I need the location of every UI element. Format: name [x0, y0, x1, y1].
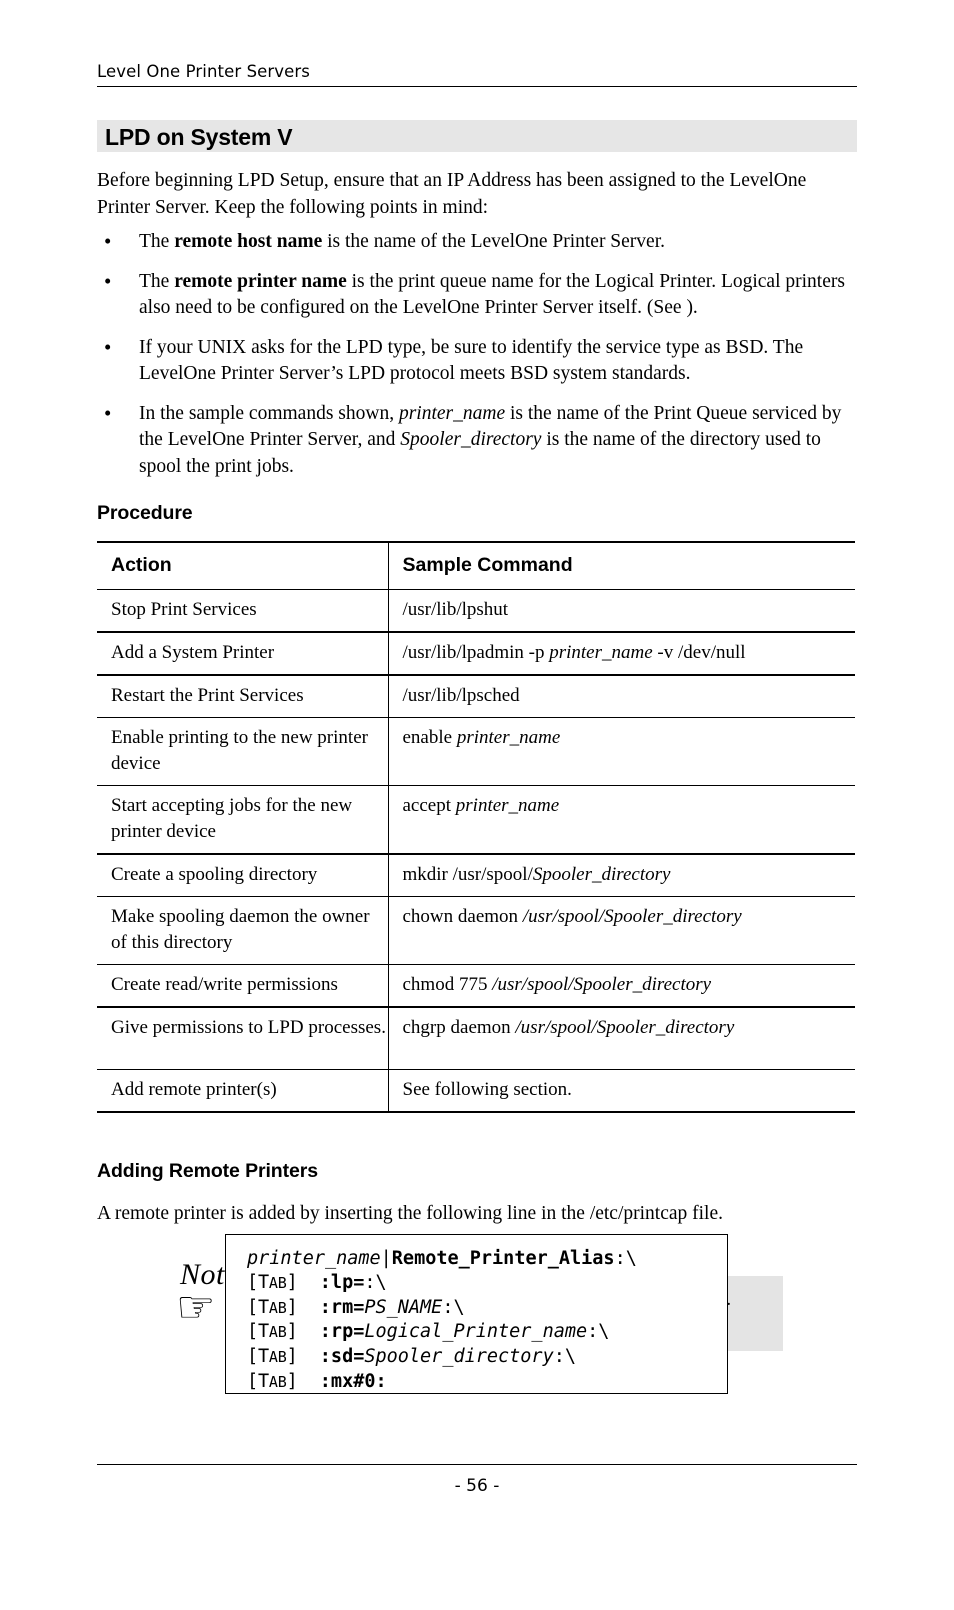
intro-bullet-list: • The remote host name is the name of th… [97, 229, 857, 480]
section-title-bar: LPD on System V [97, 120, 857, 152]
cell-action: Start accepting jobs for the new printer… [97, 785, 389, 855]
procedure-heading: Procedure [97, 502, 193, 524]
list-item: • In the sample commands shown, printer_… [97, 401, 857, 481]
code-tail: :\ [614, 1248, 637, 1269]
cell-command: /usr/lib/lpsched [388, 675, 855, 718]
code-italic: printer_name [247, 1248, 381, 1269]
tab-token: [TAB] [247, 1321, 298, 1343]
cell-command: /usr/lib/lpshut [388, 589, 855, 633]
code-tail: :\ [364, 1271, 387, 1293]
column-header-action: Action [97, 541, 389, 590]
table-row: Restart the Print Services /usr/lib/lpsc… [97, 675, 855, 718]
main-content: Before beginning LPD Setup, ensure that … [97, 168, 857, 1351]
cell-action: Create read/write permissions [97, 964, 389, 1008]
tab-token: [TAB] [247, 1296, 298, 1318]
table-row: Add remote printer(s) See following sect… [97, 1069, 855, 1113]
cell-command: chmod 775 /usr/spool/Spooler_directory [388, 964, 855, 1008]
code-tail: :\ [553, 1346, 576, 1368]
cell-command: /usr/lib/lpadmin -p printer_name -v /dev… [388, 632, 855, 676]
page-title: LPD on System V [105, 124, 293, 150]
code-italic: PS_NAME [364, 1296, 443, 1318]
tab-token: [TAB] [247, 1370, 298, 1392]
printcap-code-block: printer_name|Remote_Printer_Alias:\ [TAB… [225, 1234, 728, 1394]
code-bold: Remote_Printer_Alias [391, 1248, 615, 1269]
table-row: Stop Print Services /usr/lib/lpshut [97, 589, 855, 633]
cell-command: See following section. [388, 1069, 855, 1113]
page-number: - 56 - [454, 1476, 500, 1496]
bullet-term: remote printer name [174, 270, 347, 292]
list-item: • The remote host name is the name of th… [97, 229, 857, 256]
bullet-text: If your UNIX asks for the LPD type, be s… [139, 336, 804, 385]
cell-command: accept printer_name [388, 785, 855, 855]
bullet-text-pre: In the sample commands shown, [139, 402, 399, 424]
list-item: • The remote printer name is the print q… [97, 269, 857, 322]
procedure-table: Action Sample Command Stop Print Service… [97, 541, 855, 1113]
cell-action: Make spooling daemon the owner of this d… [97, 896, 389, 965]
cell-action: Add a System Printer [97, 632, 389, 676]
adding-remote-paragraph: A remote printer is added by inserting t… [97, 1203, 723, 1224]
code-bold: :rp= [319, 1321, 365, 1343]
cell-action: Add remote printer(s) [97, 1069, 389, 1113]
code-pipe: | [380, 1248, 392, 1269]
code-line-6: [TAB] :mx#0: [247, 1370, 727, 1395]
bullet-term: remote host name [174, 231, 323, 252]
tab-token: [TAB] [247, 1346, 298, 1368]
cell-action: Give permissions to LPD processes. [97, 1007, 389, 1070]
code-bold: :sd= [319, 1346, 365, 1368]
code-line-3: [TAB] :rm=PS_NAME:\ [247, 1296, 727, 1321]
cell-action: Restart the Print Services [97, 675, 389, 718]
code-line-2: [TAB] :lp=:\ [247, 1271, 727, 1296]
code-bold: :mx#0: [319, 1370, 387, 1392]
bullet-italic-term-2: Spooler_directory [400, 429, 542, 450]
code-tail: :\ [442, 1296, 465, 1318]
bullet-text-pre: The [139, 231, 175, 252]
document-page: Level One Printer Servers LPD on System … [0, 0, 954, 1610]
bullet-text-post: is the name of the LevelOne Printer Serv… [322, 231, 665, 252]
code-bold: :lp= [319, 1271, 365, 1293]
code-bold: :rm= [319, 1296, 365, 1318]
running-header: Level One Printer Servers [97, 62, 310, 81]
bullet-icon: • [104, 400, 112, 425]
code-line-4: [TAB] :rp=Logical_Printer_name:\ [247, 1320, 727, 1345]
table-row: Make spooling daemon the owner of this d… [97, 896, 855, 965]
intro-paragraph: Before beginning LPD Setup, ensure that … [97, 170, 807, 218]
header-rule [97, 86, 857, 87]
bullet-icon: • [104, 334, 112, 359]
table-row: Add a System Printer /usr/lib/lpadmin -p… [97, 632, 855, 676]
list-item: • If your UNIX asks for the LPD type, be… [97, 335, 857, 388]
cell-action: Create a spooling directory [97, 854, 389, 897]
tab-token: [TAB] [247, 1271, 298, 1293]
code-line-1: printer_name|Remote_Printer_Alias:\ [247, 1247, 727, 1271]
code-italic: Logical_Printer_name [364, 1321, 588, 1343]
cell-action: Enable printing to the new printer devic… [97, 717, 389, 786]
table-row: Enable printing to the new printer devic… [97, 717, 855, 786]
table-row: Create a spooling directory mkdir /usr/s… [97, 854, 855, 897]
cell-command: mkdir /usr/spool/Spooler_directory [388, 854, 855, 897]
bullet-icon: • [104, 268, 112, 293]
code-line-5: [TAB] :sd=Spooler_directory:\ [247, 1345, 727, 1370]
cell-command: chgrp daemon /usr/spool/Spooler_director… [388, 1007, 855, 1070]
bullet-italic-term-1: printer_name [398, 402, 506, 424]
adding-remote-printers-heading: Adding Remote Printers [97, 1160, 318, 1182]
table-row: Create read/write permissions chmod 775 … [97, 964, 855, 1008]
bullet-text-pre: The [139, 270, 175, 292]
cell-command: enable printer_name [388, 717, 855, 786]
footer-rule [97, 1464, 857, 1465]
code-italic: Spooler_directory [364, 1346, 554, 1368]
table-header-row: Action Sample Command [97, 541, 855, 590]
cell-command: chown daemon /usr/spool/Spooler_director… [388, 896, 855, 965]
bullet-icon: • [104, 229, 112, 253]
code-tail: :\ [587, 1321, 610, 1343]
table-row: Start accepting jobs for the new printer… [97, 785, 855, 855]
table-row: Give permissions to LPD processes. chgrp… [97, 1007, 855, 1070]
column-header-sample-command: Sample Command [388, 541, 855, 590]
cell-action: Stop Print Services [97, 589, 389, 633]
